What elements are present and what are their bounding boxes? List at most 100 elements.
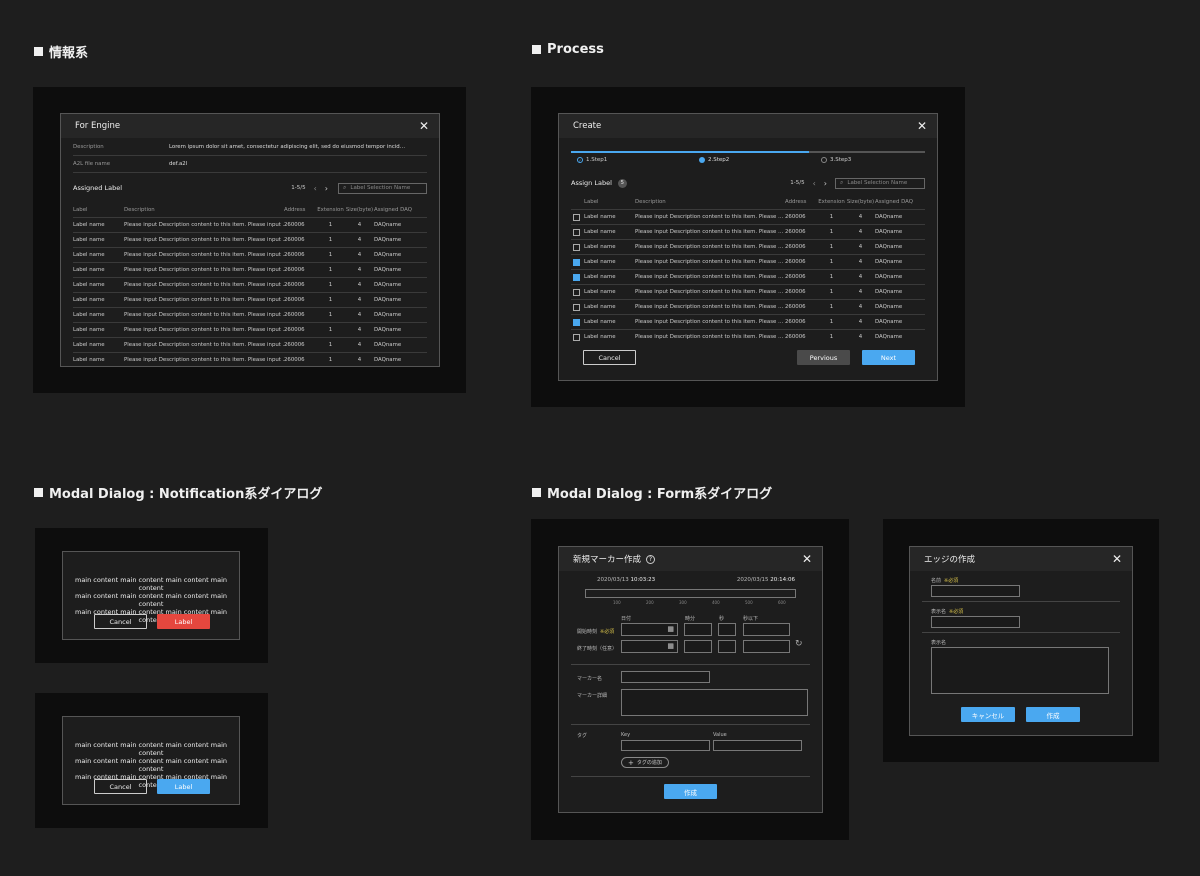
start-sub-input[interactable] bbox=[743, 623, 790, 636]
tag-key-input[interactable] bbox=[621, 740, 710, 751]
marker-name-label: マーカー名 bbox=[577, 676, 603, 682]
table-cell: 1 bbox=[829, 274, 834, 280]
table-cell: 1 bbox=[328, 222, 333, 228]
row-checkbox[interactable] bbox=[573, 273, 580, 281]
table-row[interactable]: Label name Please input Description conte… bbox=[73, 353, 427, 366]
end-date-input[interactable]: ▦ bbox=[621, 640, 678, 653]
table-row[interactable]: Label name Please input Description conte… bbox=[571, 270, 925, 285]
row-checkbox[interactable] bbox=[573, 333, 580, 341]
table-row[interactable]: Label name Please input Description conte… bbox=[571, 225, 925, 240]
table-row[interactable]: Label name Please input Description conte… bbox=[571, 330, 925, 341]
table-row[interactable]: Label name Please input Description conte… bbox=[73, 293, 427, 308]
close-icon[interactable]: ✕ bbox=[1112, 553, 1122, 565]
table-cell: Label name bbox=[73, 237, 105, 243]
start-hour-input[interactable] bbox=[684, 623, 712, 636]
table-cell: DAQname bbox=[875, 244, 903, 250]
chevron-left-icon[interactable]: ‹ bbox=[314, 184, 317, 193]
step-3[interactable]: 3.Step3 bbox=[821, 157, 851, 163]
label-search-input[interactable]: ⌕ Label Selection Name bbox=[835, 177, 925, 189]
add-tag-button[interactable]: + タグの追加 bbox=[621, 757, 669, 768]
row-checkbox[interactable] bbox=[573, 258, 580, 266]
marker-dialog-header: 新規マーカー作成 ? ✕ bbox=[559, 547, 822, 571]
table-row[interactable]: Label name Please input Description conte… bbox=[73, 338, 427, 353]
end-sec-input[interactable] bbox=[718, 640, 736, 653]
create-dialog-header: Create ✕ bbox=[559, 114, 937, 138]
table-cell: 1 bbox=[829, 259, 834, 265]
table-cell: Label name bbox=[73, 252, 105, 258]
engine-dialog: For Engine ✕ Description Lorem ipsum dol… bbox=[60, 113, 440, 367]
table-row[interactable]: Label name Please input Description conte… bbox=[571, 255, 925, 270]
section-heading-text: Modal Dialog : Form系ダイアログ bbox=[547, 487, 773, 502]
step-2[interactable]: 2.Step2 bbox=[699, 157, 729, 163]
primary-action-button[interactable]: Label bbox=[157, 779, 210, 794]
row-checkbox[interactable] bbox=[573, 228, 580, 236]
step-1[interactable]: ✓ 1.Step1 bbox=[577, 157, 607, 163]
row-checkbox[interactable] bbox=[573, 318, 580, 326]
cancel-button[interactable]: Cancel bbox=[583, 350, 636, 365]
table-row[interactable]: Label name Please input Description conte… bbox=[73, 233, 427, 248]
previous-button[interactable]: Pervious bbox=[797, 350, 850, 365]
table-row[interactable]: Label name Please input Description conte… bbox=[571, 300, 925, 315]
calendar-icon[interactable]: ▦ bbox=[667, 625, 674, 633]
end-sub-input[interactable] bbox=[743, 640, 790, 653]
chevron-right-icon[interactable]: › bbox=[824, 179, 827, 188]
calendar-icon[interactable]: ▦ bbox=[667, 642, 674, 650]
create-edge-button[interactable]: 作成 bbox=[1026, 707, 1080, 722]
row-checkbox[interactable] bbox=[573, 288, 580, 296]
table-cell: Label name bbox=[73, 222, 105, 228]
table-row[interactable]: Label name Please input Description conte… bbox=[73, 278, 427, 293]
timeline-bar[interactable] bbox=[585, 589, 796, 598]
cancel-button[interactable]: Cancel bbox=[94, 779, 147, 794]
table-row[interactable]: Label name Please input Description conte… bbox=[73, 218, 427, 233]
table-cell: Label name bbox=[584, 259, 616, 265]
table-row[interactable]: Label name Please input Description conte… bbox=[73, 323, 427, 338]
table-cell: Please input Description content to this… bbox=[124, 312, 284, 318]
table-row[interactable]: Label name Please input Description conte… bbox=[73, 248, 427, 263]
table-cell: Label name bbox=[584, 214, 616, 220]
table-row[interactable]: Label name Please input Description conte… bbox=[571, 210, 925, 225]
danger-action-button[interactable]: Label bbox=[157, 614, 210, 629]
table-row[interactable]: Label name Please input Description conte… bbox=[73, 263, 427, 278]
cancel-button[interactable]: キャンセル bbox=[961, 707, 1015, 722]
table-cell: 1 bbox=[328, 297, 333, 303]
table-row[interactable]: Label name Please input Description conte… bbox=[73, 308, 427, 323]
close-icon[interactable]: ✕ bbox=[419, 120, 429, 132]
row-checkbox[interactable] bbox=[573, 213, 580, 221]
edge-display-input[interactable] bbox=[931, 616, 1020, 628]
row-checkbox[interactable] bbox=[573, 243, 580, 251]
reset-icon[interactable]: ↻ bbox=[795, 639, 803, 649]
close-icon[interactable]: ✕ bbox=[917, 120, 927, 132]
section-heading-text: Modal Dialog : Notification系ダイアログ bbox=[49, 487, 323, 502]
table-cell: 260006 bbox=[785, 304, 806, 310]
create-label-table: Label Description Address Extension Size(byt… bbox=[571, 195, 925, 341]
end-time-label: 終了時刻（任意） bbox=[577, 646, 618, 652]
tag-value-input[interactable] bbox=[713, 740, 802, 751]
start-date-input[interactable]: ▦ bbox=[621, 623, 678, 636]
row-checkbox[interactable] bbox=[573, 303, 580, 311]
timeline-tick-label: 500 bbox=[745, 600, 753, 605]
assign-label-heading: Assign Label bbox=[571, 179, 612, 187]
end-hour-input[interactable] bbox=[684, 640, 712, 653]
table-row[interactable]: Label name Please input Description conte… bbox=[571, 240, 925, 255]
end-date: 2020/03/15 bbox=[736, 577, 769, 583]
help-icon[interactable]: ? bbox=[646, 554, 656, 564]
table-row[interactable]: Label name Please input Description conte… bbox=[571, 315, 925, 330]
table-cell: Please input Description content to this… bbox=[124, 237, 284, 243]
label-search-input[interactable]: ⌕ Label Selection Name bbox=[338, 182, 427, 194]
start-sec-input[interactable] bbox=[718, 623, 736, 636]
marker-name-input[interactable] bbox=[621, 671, 710, 683]
create-marker-button[interactable]: 作成 bbox=[664, 784, 717, 799]
edge-display2-textarea[interactable] bbox=[931, 647, 1109, 694]
table-row[interactable]: Label name Please input Description conte… bbox=[571, 285, 925, 300]
marker-detail-textarea[interactable] bbox=[621, 689, 808, 716]
edge-name-input[interactable] bbox=[931, 585, 1020, 597]
table-cell: 1 bbox=[328, 252, 333, 258]
chevron-right-icon[interactable]: › bbox=[325, 184, 328, 193]
create-dialog-title: Create bbox=[573, 121, 602, 131]
cancel-button[interactable]: Cancel bbox=[94, 614, 147, 629]
close-icon[interactable]: ✕ bbox=[802, 553, 812, 565]
notification-content: main content main content main content m… bbox=[63, 576, 239, 624]
next-button[interactable]: Next bbox=[862, 350, 915, 365]
chevron-left-icon[interactable]: ‹ bbox=[813, 179, 816, 188]
table-cell: 260006 bbox=[284, 222, 305, 228]
